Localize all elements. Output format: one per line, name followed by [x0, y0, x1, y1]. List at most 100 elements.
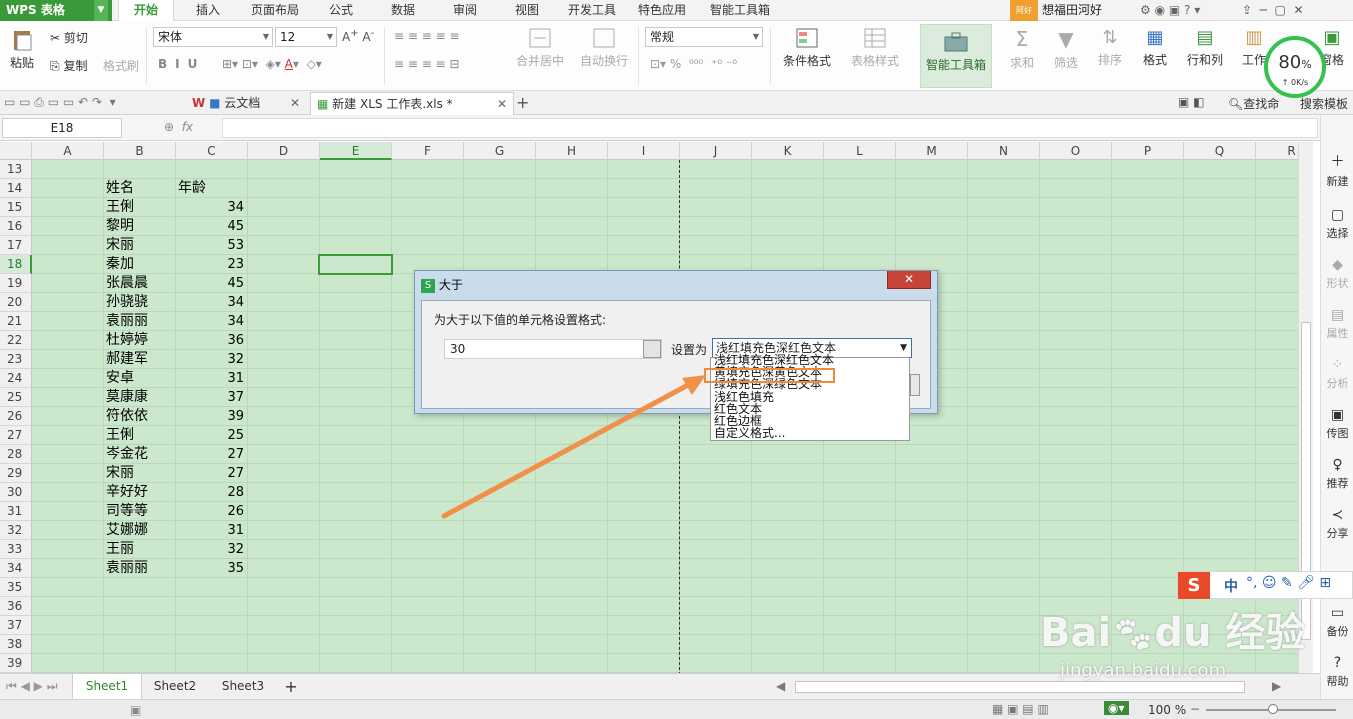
- name-cell[interactable]: 莫康康: [106, 388, 174, 407]
- row-header-35[interactable]: 35: [0, 578, 32, 597]
- name-box[interactable]: E18: [2, 118, 122, 138]
- age-cell[interactable]: 35: [176, 559, 244, 578]
- tab-features[interactable]: 特色应用: [630, 0, 694, 21]
- number-format-select[interactable]: 常规 ▼: [645, 27, 763, 47]
- tab-home[interactable]: 开始: [118, 0, 174, 21]
- sheet-tab-3[interactable]: Sheet3: [210, 674, 276, 699]
- name-cell[interactable]: 王丽: [106, 540, 174, 559]
- dropdown-option[interactable]: 自定义格式...: [714, 427, 785, 440]
- name-cell[interactable]: 郝建军: [106, 350, 174, 369]
- fx-button[interactable]: ⊕ fx: [164, 120, 193, 134]
- font-name-select[interactable]: 宋体 ▼: [153, 27, 273, 47]
- sheet-nav-arrows[interactable]: ⏮ ◀ ▶ ⏭: [6, 679, 58, 694]
- user-name[interactable]: 想福田河好: [1042, 0, 1102, 21]
- row-header-21[interactable]: 21: [0, 312, 32, 331]
- row-header-27[interactable]: 27: [0, 426, 32, 445]
- search-templates[interactable]: 搜索模板: [1300, 95, 1348, 112]
- age-cell[interactable]: 23: [176, 255, 244, 274]
- format-button[interactable]: ▦ 格式: [1134, 27, 1176, 68]
- name-cell[interactable]: 安卓: [106, 369, 174, 388]
- side-panel-item[interactable]: ♀ 推荐: [1321, 457, 1353, 491]
- column-header-a[interactable]: A: [32, 142, 104, 160]
- tab-insert[interactable]: 插入: [180, 0, 236, 21]
- row-header-29[interactable]: 29: [0, 464, 32, 483]
- column-header-q[interactable]: Q: [1184, 142, 1256, 160]
- name-cell[interactable]: 辛好好: [106, 483, 174, 502]
- age-cell[interactable]: 36: [176, 331, 244, 350]
- column-header-f[interactable]: F: [392, 142, 464, 160]
- font-grow-shrink[interactable]: A+ A-: [342, 28, 374, 44]
- chevron-down-icon[interactable]: ▼: [94, 0, 108, 21]
- zoom-slider-handle[interactable]: [1268, 704, 1278, 714]
- row-header-22[interactable]: 22: [0, 331, 32, 350]
- tab-review[interactable]: 审阅: [438, 0, 492, 21]
- tab-view[interactable]: 视图: [500, 0, 554, 21]
- age-cell[interactable]: 28: [176, 483, 244, 502]
- row-header-31[interactable]: 31: [0, 502, 32, 521]
- age-cell[interactable]: 45: [176, 217, 244, 236]
- row-header-37[interactable]: 37: [0, 616, 32, 635]
- age-cell[interactable]: 31: [176, 521, 244, 540]
- row-header-33[interactable]: 33: [0, 540, 32, 559]
- name-cell[interactable]: 王俐: [106, 198, 174, 217]
- column-header-e[interactable]: E: [320, 142, 392, 160]
- name-cell[interactable]: 符依依: [106, 407, 174, 426]
- column-header-c[interactable]: C: [176, 142, 248, 160]
- column-header-h[interactable]: H: [536, 142, 608, 160]
- row-header-17[interactable]: 17: [0, 236, 32, 255]
- font-style-buttons[interactable]: BIU: [158, 57, 205, 71]
- table-style-button[interactable]: 表格样式: [842, 27, 908, 69]
- age-cell[interactable]: 34: [176, 312, 244, 331]
- column-header-n[interactable]: N: [968, 142, 1040, 160]
- name-cell[interactable]: 杜婷婷: [106, 331, 174, 350]
- column-header-d[interactable]: D: [248, 142, 320, 160]
- row-header-36[interactable]: 36: [0, 597, 32, 616]
- side-panel-item[interactable]: ▣ 传图: [1321, 407, 1353, 441]
- tab-data[interactable]: 数据: [376, 0, 430, 21]
- row-header-30[interactable]: 30: [0, 483, 32, 502]
- column-header-g[interactable]: G: [464, 142, 536, 160]
- threshold-input[interactable]: 30: [444, 339, 662, 359]
- column-header-i[interactable]: I: [608, 142, 680, 160]
- scroll-left-icon[interactable]: ◀: [776, 679, 785, 693]
- row-header-25[interactable]: 25: [0, 388, 32, 407]
- row-header-28[interactable]: 28: [0, 445, 32, 464]
- tab-cloud-docs[interactable]: W ■ 云文档 ✕: [186, 92, 306, 115]
- name-cell[interactable]: 张晨晨: [106, 274, 174, 293]
- age-cell[interactable]: 53: [176, 236, 244, 255]
- row-header-39[interactable]: 39: [0, 654, 32, 673]
- row-header-15[interactable]: 15: [0, 198, 32, 217]
- column-header-p[interactable]: P: [1112, 142, 1184, 160]
- name-cell[interactable]: 王俐: [106, 426, 174, 445]
- row-header-26[interactable]: 26: [0, 407, 32, 426]
- column-header-o[interactable]: O: [1040, 142, 1112, 160]
- name-cell[interactable]: 袁丽丽: [106, 559, 174, 578]
- macro-record-icon[interactable]: ▣: [130, 703, 141, 717]
- age-cell[interactable]: 32: [176, 350, 244, 369]
- format-painter-button[interactable]: 格式刷: [103, 57, 139, 74]
- dialog-ok-button-edge[interactable]: [910, 374, 920, 396]
- row-header-18[interactable]: 18: [0, 255, 32, 274]
- row-header-24[interactable]: 24: [0, 369, 32, 388]
- new-tab-button[interactable]: +: [516, 93, 529, 112]
- tab-smart-toolbox[interactable]: 智能工具箱: [702, 0, 778, 21]
- tab-formulas[interactable]: 公式: [314, 0, 368, 21]
- header-cell-name[interactable]: 姓名: [106, 179, 174, 198]
- wrap-text-button[interactable]: 自动换行: [574, 27, 634, 69]
- search-commands[interactable]: 🔍︎查找命: [1228, 95, 1279, 112]
- font-size-select[interactable]: 12 ▼: [275, 27, 337, 47]
- name-cell[interactable]: 岑金花: [106, 445, 174, 464]
- merge-center-button[interactable]: 合并居中: [505, 27, 575, 69]
- side-panel-item[interactable]: ◆ 形状: [1321, 257, 1353, 291]
- zoom-out-icon[interactable]: −: [1190, 702, 1200, 716]
- conditional-format-button[interactable]: 条件格式: [776, 27, 838, 69]
- age-cell[interactable]: 27: [176, 445, 244, 464]
- cut-button[interactable]: ✂ 剪切: [50, 29, 88, 46]
- side-panel-item[interactable]: ≺ 分享: [1321, 507, 1353, 541]
- age-cell[interactable]: 34: [176, 198, 244, 217]
- number-format-buttons[interactable]: ⊡▾ % ⁰⁰⁰ ⁺⁰ ⁻⁰: [650, 57, 737, 71]
- header-cell-age[interactable]: 年龄: [178, 179, 246, 198]
- close-icon[interactable]: ✕: [290, 92, 300, 114]
- side-panel-item[interactable]: ▢ 选择: [1321, 207, 1353, 241]
- row-header-13[interactable]: 13: [0, 160, 32, 179]
